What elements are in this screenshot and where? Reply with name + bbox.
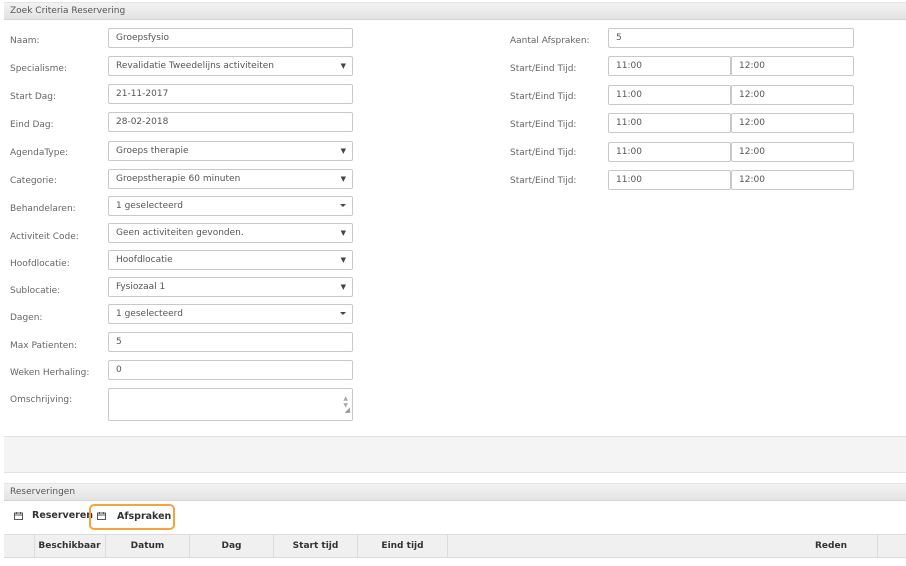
chevron-down-icon: ▼ [340, 229, 346, 237]
aantal-afspraken-input[interactable]: 5 [608, 28, 854, 48]
reserveringen-table-header: Beschikbaar Datum Dag Start tijd Eind ti… [4, 534, 906, 558]
reserveren-label: Reserveren [32, 510, 94, 521]
sublocatie-select[interactable]: Fysiozaal 1 ▼ [108, 277, 353, 297]
sublocatie-label: Sublocatie: [10, 286, 61, 296]
specialisme-select[interactable]: Revalidatie Tweedelijns activiteiten ▼ [108, 56, 353, 76]
agenda-type-value: Groeps therapie [116, 146, 189, 156]
start-dag-input[interactable]: 21-11-2017 [108, 84, 353, 104]
end-time-input[interactable]: 12:00 [731, 85, 854, 105]
time-label: Start/Eind Tijd: [510, 148, 577, 158]
chevron-down-icon: ▼ [340, 175, 346, 183]
activiteit-code-label: Activiteit Code: [10, 232, 79, 242]
chevron-down-icon: ▼ [340, 147, 346, 155]
omschrijving-textarea[interactable]: ▲ ▼ ◢ [108, 388, 353, 421]
column-header-beschikbaar[interactable]: Beschikbaar [34, 535, 106, 557]
column-header-reden[interactable]: Reden [448, 535, 878, 557]
hoofdlocatie-label: Hoofdlocatie: [10, 259, 70, 269]
dagen-multiselect[interactable]: 1 geselecteerd [108, 304, 353, 324]
end-time-input[interactable]: 12:00 [731, 113, 854, 133]
reserveringen-panel-header: Reserveringen [4, 483, 906, 501]
agenda-type-select[interactable]: Groeps therapie ▼ [108, 141, 353, 161]
chevron-down-icon: ▼ [340, 283, 346, 291]
eind-dag-label: Eind Dag: [10, 120, 54, 130]
naam-input[interactable]: Groepsfysio [108, 28, 353, 48]
column-header-start-tijd[interactable]: Start tijd [274, 535, 358, 557]
criteria-panel-header: Zoek Criteria Reservering [4, 2, 906, 20]
column-header-eind-tijd[interactable]: Eind tijd [358, 535, 448, 557]
start-time-input[interactable]: 11:00 [608, 85, 731, 105]
activiteit-code-select[interactable]: Geen activiteiten gevonden. ▼ [108, 223, 353, 243]
reserveringen-panel-title: Reserveringen [10, 487, 76, 497]
specialisme-label: Specialisme: [10, 64, 67, 74]
hoofdlocatie-select[interactable]: Hoofdlocatie ▼ [108, 250, 353, 270]
column-header-dag[interactable]: Dag [190, 535, 274, 557]
naam-label: Naam: [10, 36, 40, 46]
calendar-icon [97, 512, 106, 520]
end-time-input[interactable]: 12:00 [731, 142, 854, 162]
time-label: Start/Eind Tijd: [510, 92, 577, 102]
chevron-down-icon: ▼ [340, 62, 346, 70]
start-time-input[interactable]: 11:00 [608, 142, 731, 162]
omschrijving-label: Omschrijving: [10, 395, 73, 405]
start-time-input[interactable]: 11:00 [608, 113, 731, 133]
agenda-type-label: AgendaType: [10, 148, 69, 158]
activiteit-code-value: Geen activiteiten gevonden. [116, 228, 244, 238]
max-patienten-input[interactable]: 5 [108, 332, 353, 352]
afspraken-button[interactable]: Afspraken [89, 504, 175, 530]
end-time-input[interactable]: 12:00 [731, 56, 854, 76]
dagen-label: Dagen: [10, 313, 43, 323]
aantal-afspraken-label: Aantal Afspraken: [510, 36, 590, 46]
specialisme-value: Revalidatie Tweedelijns activiteiten [116, 61, 274, 71]
calendar-icon [14, 512, 23, 520]
end-time-input[interactable]: 12:00 [731, 170, 854, 190]
resize-handle-icon[interactable]: ◢ [345, 401, 350, 419]
time-label: Start/Eind Tijd: [510, 64, 577, 74]
reserveren-button[interactable]: Reserveren [6, 504, 101, 530]
weken-herhaling-label: Weken Herhaling: [10, 368, 90, 378]
weken-herhaling-input[interactable]: 0 [108, 360, 353, 380]
criteria-panel-title: Zoek Criteria Reservering [10, 6, 126, 16]
eind-dag-input[interactable]: 28-02-2018 [108, 112, 353, 132]
afspraken-label: Afspraken [117, 511, 172, 522]
row-select-column [4, 535, 35, 557]
dagen-value: 1 geselecteerd [116, 309, 183, 319]
categorie-value: Groepstherapie 60 minuten [116, 174, 241, 184]
panel-footer [4, 436, 906, 473]
behandelaren-multiselect[interactable]: 1 geselecteerd [108, 196, 353, 216]
categorie-select[interactable]: Groepstherapie 60 minuten ▼ [108, 169, 353, 189]
start-time-input[interactable]: 11:00 [608, 170, 731, 190]
time-label: Start/Eind Tijd: [510, 120, 577, 130]
caret-down-icon [340, 204, 346, 207]
behandelaren-label: Behandelaren: [10, 204, 76, 214]
max-patienten-label: Max Patienten: [10, 341, 78, 351]
hoofdlocatie-value: Hoofdlocatie [116, 255, 173, 265]
sublocatie-value: Fysiozaal 1 [116, 282, 166, 292]
chevron-down-icon: ▼ [340, 256, 346, 264]
column-header-datum[interactable]: Datum [106, 535, 190, 557]
start-dag-label: Start Dag: [10, 92, 57, 102]
categorie-label: Categorie: [10, 176, 57, 186]
caret-down-icon [340, 312, 346, 315]
behandelaren-value: 1 geselecteerd [116, 201, 183, 211]
start-time-input[interactable]: 11:00 [608, 56, 731, 76]
time-label: Start/Eind Tijd: [510, 176, 577, 186]
